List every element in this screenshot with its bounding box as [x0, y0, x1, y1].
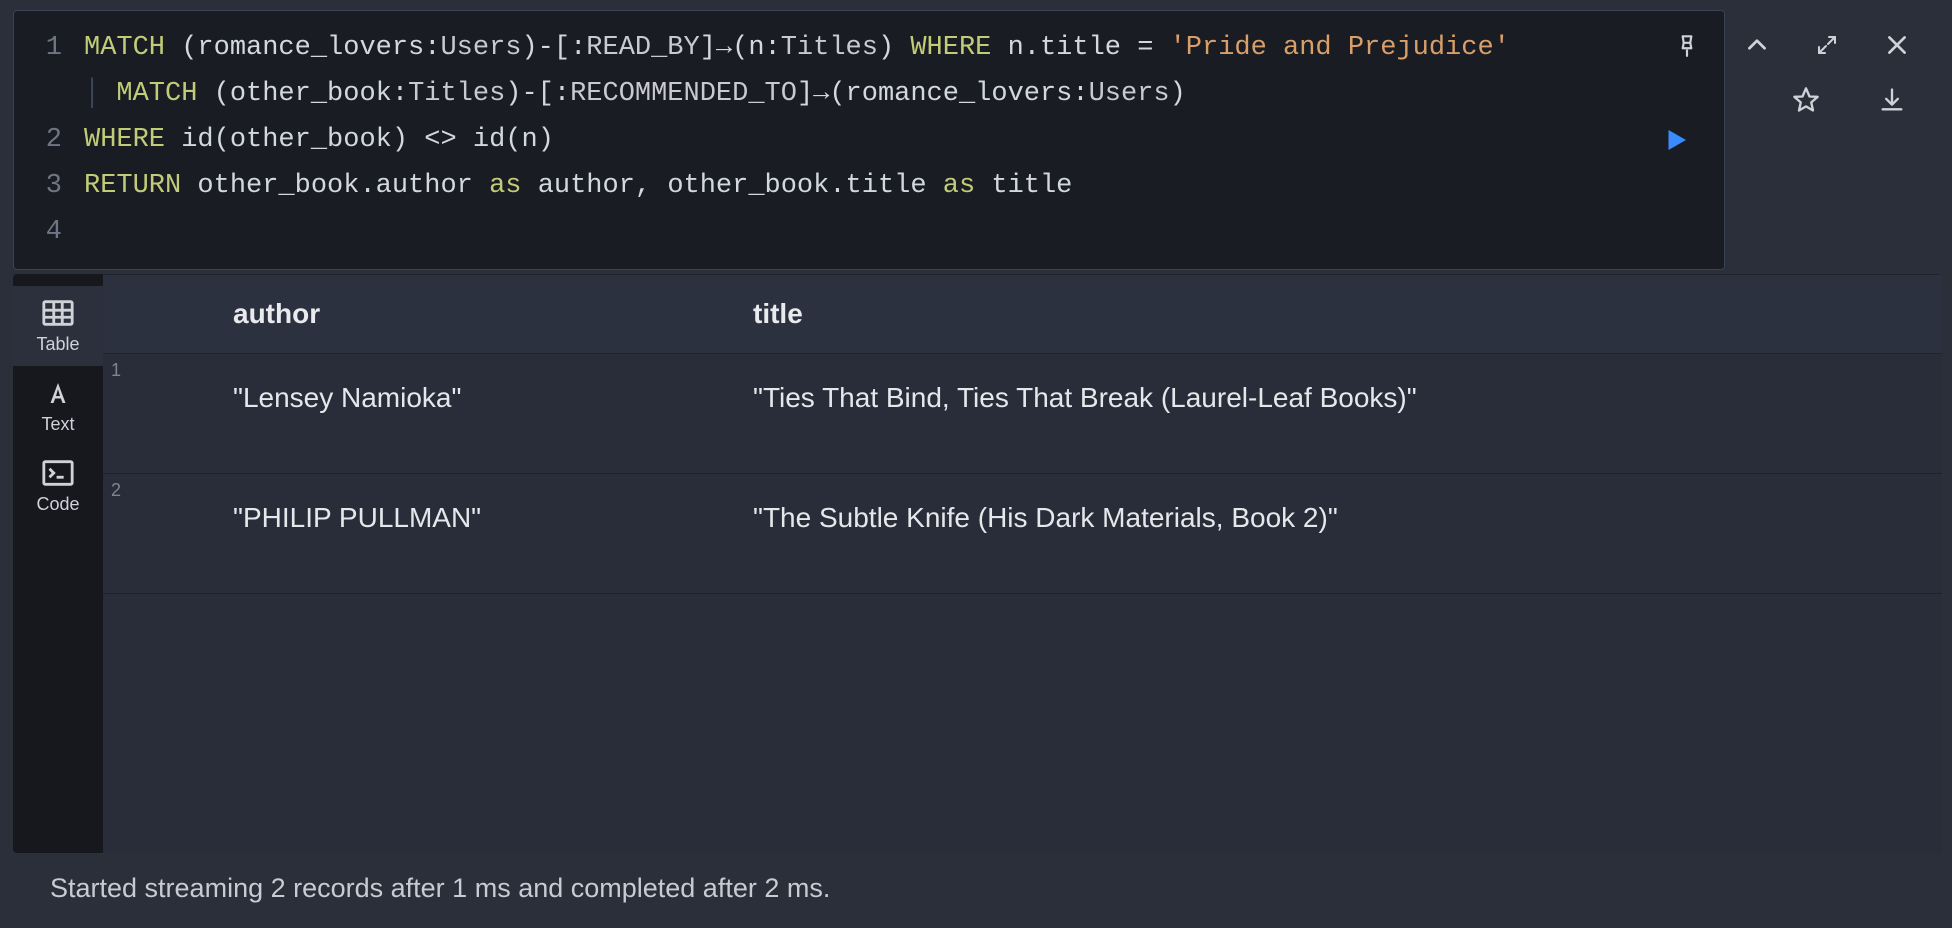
expand-icon[interactable]: [1812, 30, 1842, 60]
close-icon[interactable]: [1882, 30, 1912, 60]
status-bar: Started streaming 2 records after 1 ms a…: [10, 853, 1942, 928]
column-header-author[interactable]: author: [233, 298, 753, 330]
kw-return: RETURN: [84, 171, 181, 201]
sidebar-item-code[interactable]: Code: [13, 446, 103, 526]
result-view-sidebar: Table Text Code: [13, 274, 103, 853]
column-header-title[interactable]: title: [753, 298, 1942, 330]
kw-where: WHERE: [910, 33, 991, 63]
window-controls: [1672, 30, 1912, 60]
line-number-gutter: 1 2 3 4: [14, 25, 84, 255]
line-number: 1: [14, 25, 62, 71]
results-table: author title 1 "Lensey Namioka" "Ties Th…: [103, 274, 1942, 853]
cell-author: "PHILIP PULLMAN": [233, 502, 753, 534]
table-header: author title: [103, 274, 1942, 354]
sidebar-item-text[interactable]: Text: [13, 366, 103, 446]
row-number: 1: [111, 360, 121, 381]
table-row[interactable]: 1 "Lensey Namioka" "Ties That Bind, Ties…: [103, 354, 1942, 474]
query-code[interactable]: MATCH (romance_lovers:Users)-[:READ_BY]→…: [84, 25, 1724, 255]
row-number: 2: [111, 480, 121, 501]
table-row[interactable]: 2 "PHILIP PULLMAN" "The Subtle Knife (Hi…: [103, 474, 1942, 594]
sidebar-item-label: Code: [36, 494, 79, 515]
pin-icon[interactable]: [1672, 30, 1702, 60]
collapse-icon[interactable]: [1742, 30, 1772, 60]
cell-title: "The Subtle Knife (His Dark Materials, B…: [753, 502, 1942, 534]
kw-match: MATCH: [84, 33, 165, 63]
sidebar-item-label: Text: [41, 414, 74, 435]
cell-title: "Ties That Bind, Ties That Break (Laurel…: [753, 382, 1942, 414]
line-number: 3: [14, 163, 62, 209]
run-button[interactable]: [1656, 120, 1696, 160]
editor-actions: [1791, 85, 1907, 115]
cell-author: "Lensey Namioka": [233, 382, 753, 414]
query-editor[interactable]: 1 2 3 4 MATCH (romance_lovers:Users)-[:R…: [13, 10, 1725, 270]
sidebar-item-label: Table: [36, 334, 79, 355]
line-number: 4: [14, 209, 62, 255]
line-number: 2: [14, 117, 62, 163]
sidebar-item-table[interactable]: Table: [13, 286, 103, 366]
favorite-icon[interactable]: [1791, 85, 1821, 115]
download-icon[interactable]: [1877, 85, 1907, 115]
